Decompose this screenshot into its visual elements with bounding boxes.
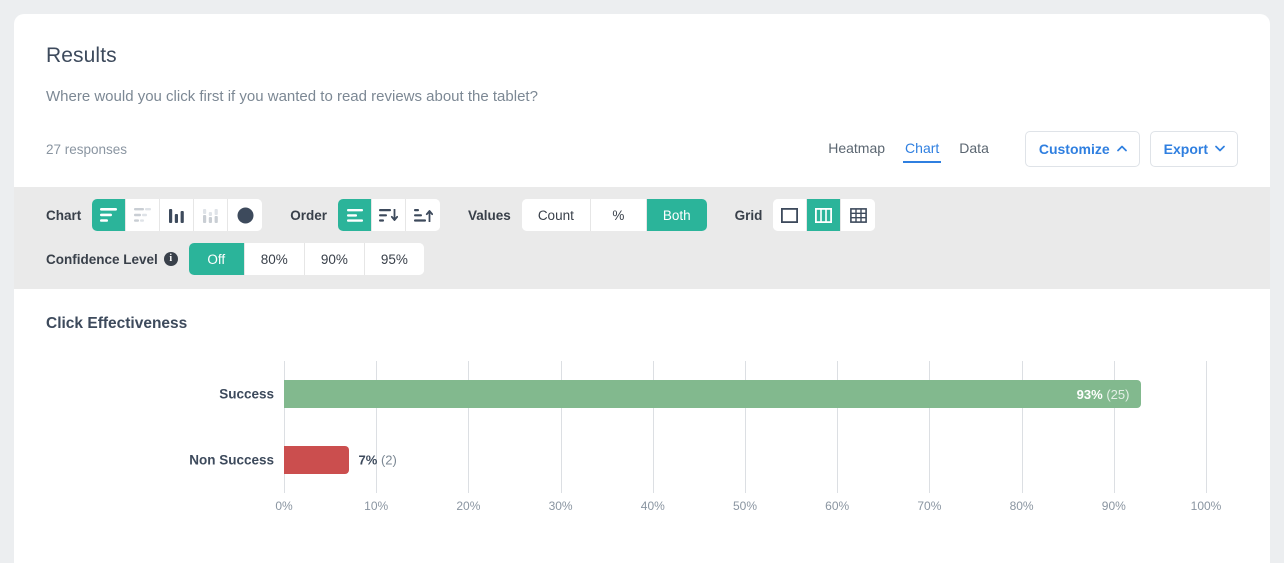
sort-descending-icon[interactable] [372, 199, 407, 231]
responses-count: 27 responses [46, 141, 128, 157]
chart-title: Click Effectiveness [46, 315, 188, 332]
toolbar-row-confidence: Confidence Level i Off 80% 90% 95% [46, 243, 1238, 275]
confidence-option-off[interactable]: Off [188, 243, 245, 275]
bar-value-label: 93% (25) [1076, 386, 1130, 402]
chevron-down-icon [1215, 145, 1225, 154]
export-button-label: Export [1163, 141, 1208, 157]
confidence-option-80[interactable]: 80% [244, 243, 305, 275]
x-axis-tick: 70% [917, 499, 942, 513]
view-tabs: Heatmap Chart Data [818, 136, 999, 163]
vertical-bar-chart-icon[interactable] [160, 199, 195, 231]
grid-label: Grid [734, 207, 763, 223]
x-axis-tick: 100% [1190, 499, 1222, 513]
x-axis-tick: 0% [275, 499, 293, 513]
chart-toolbar: Chart Order Values Count % Both Grid Con… [14, 187, 1270, 289]
values-label: Values [468, 207, 511, 223]
order-default-icon[interactable] [338, 199, 373, 231]
order-group [338, 199, 441, 231]
values-option-count[interactable]: Count [521, 199, 591, 231]
category-label: Non Success [189, 452, 274, 468]
page-title: Results [46, 44, 117, 67]
x-axis-tick: 10% [364, 499, 389, 513]
confidence-option-95[interactable]: 95% [364, 243, 424, 275]
grid-vertical-icon[interactable] [807, 199, 842, 231]
x-axis-tick: 60% [825, 499, 850, 513]
confidence-level-text: Confidence Level [46, 251, 158, 267]
chart-section: Click Effectiveness Success 93% (25) Non S… [14, 289, 1270, 521]
toolbar-row-primary: Chart Order Values Count % Both Grid [46, 199, 1238, 231]
x-axis-tick: 80% [1009, 499, 1034, 513]
results-card: Results Where would you click first if y… [14, 14, 1270, 563]
stacked-vertical-bar-chart-icon[interactable] [194, 199, 229, 231]
info-icon[interactable]: i [163, 252, 178, 266]
grid-group [773, 199, 876, 231]
sort-ascending-icon[interactable] [406, 199, 441, 231]
order-label: Order [290, 207, 328, 223]
values-option-both[interactable]: Both [646, 199, 707, 231]
x-axis-tick: 90% [1101, 499, 1126, 513]
pie-chart-icon[interactable] [228, 199, 263, 231]
chart-area: Success 93% (25) Non Success 7% (2) 0% 10% 20… [46, 361, 1238, 521]
category-label: Success [219, 386, 274, 402]
page-root: Results Where would you click first if y… [0, 0, 1284, 563]
customize-button-label: Customize [1038, 141, 1110, 157]
values-option-percent[interactable]: % [590, 199, 647, 231]
gridline [1206, 361, 1207, 493]
bar-value-label: 7% (2) [358, 452, 397, 468]
chart-plot: Success 93% (25) Non Success 7% (2) [189, 361, 1207, 493]
stacked-horizontal-bar-chart-icon[interactable] [126, 199, 161, 231]
tab-heatmap[interactable]: Heatmap [818, 136, 895, 163]
export-button[interactable]: Export [1149, 131, 1238, 167]
values-group: Count % Both [521, 199, 707, 231]
bar[interactable] [284, 446, 349, 474]
chart-type-label: Chart [46, 207, 82, 223]
bar[interactable]: 93% (25) [284, 380, 1142, 408]
customize-button[interactable]: Customize [1024, 131, 1140, 167]
confidence-level-label: Confidence Level i [46, 252, 178, 267]
question-text: Where would you click first if you wante… [46, 88, 538, 105]
grid-full-icon[interactable] [841, 199, 876, 231]
header-actions: Heatmap Chart Data Customize Export [818, 131, 1238, 167]
x-axis-tick: 20% [456, 499, 481, 513]
x-axis-tick: 50% [732, 499, 758, 513]
card-header: Results Where would you click first if y… [14, 14, 1270, 187]
x-axis-tick: 30% [548, 499, 573, 513]
tab-data[interactable]: Data [949, 136, 999, 163]
chevron-up-icon [1116, 145, 1127, 154]
meta-row: 27 responses Heatmap Chart Data Customiz… [46, 131, 1238, 187]
tab-chart[interactable]: Chart [895, 136, 949, 163]
confidence-option-90[interactable]: 90% [304, 243, 365, 275]
confidence-group: Off 80% 90% 95% [188, 243, 424, 275]
x-axis-tick: 40% [640, 499, 665, 513]
horizontal-bar-chart-icon[interactable] [92, 199, 127, 231]
chart-type-group [92, 199, 263, 231]
grid-none-icon[interactable] [773, 199, 808, 231]
